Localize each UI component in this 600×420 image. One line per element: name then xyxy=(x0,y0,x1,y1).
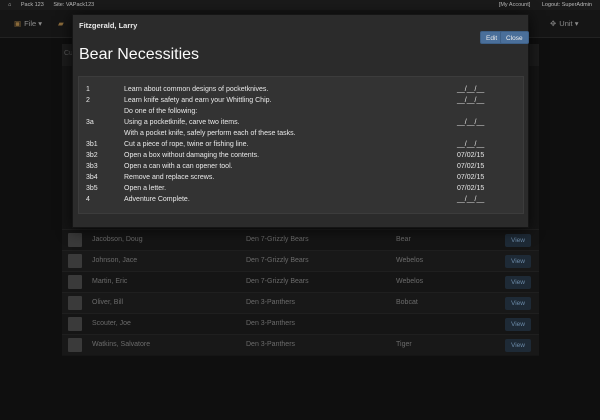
requirement-number: 3a xyxy=(86,119,94,126)
requirement-row: 1 Learn about common designs of pocketkn… xyxy=(79,85,525,96)
requirement-text: Cut a piece of rope, twine or fishing li… xyxy=(124,141,249,148)
view-button[interactable]: View xyxy=(505,234,531,247)
requirement-number: 3b2 xyxy=(86,152,98,159)
avatar xyxy=(68,338,82,352)
requirement-row: 3b5 Open a letter. 07/02/15 xyxy=(79,184,525,195)
table-row: Martin, Eric Den 7-Grizzly Bears Webelos… xyxy=(62,271,539,292)
file-menu-label: File ▾ xyxy=(24,19,43,28)
requirement-date: __/__/__ xyxy=(457,119,485,126)
view-button[interactable]: View xyxy=(505,318,531,331)
requirement-number: 3b4 xyxy=(86,174,98,181)
requirement-number: 3b5 xyxy=(86,185,98,192)
home-icon[interactable]: ⌂ xyxy=(8,2,11,8)
avatar xyxy=(68,233,82,247)
scout-name[interactable]: Johnson, Jace xyxy=(92,257,137,264)
requirement-text: Open a can with a can opener tool. xyxy=(124,163,233,170)
avatar xyxy=(68,296,82,310)
pack-link[interactable]: Pack 123 xyxy=(21,2,44,8)
avatar xyxy=(68,275,82,289)
logout-link[interactable]: Logout: SuperAdmin xyxy=(542,2,592,8)
scout-name[interactable]: Jacobson, Doug xyxy=(92,236,143,243)
scout-rank: Bear xyxy=(396,236,411,243)
site-label: Site: VAPack123 xyxy=(53,2,95,8)
requirement-text: Remove and replace screws. xyxy=(124,174,215,181)
requirement-text: With a pocket knife, safely perform each… xyxy=(124,130,296,137)
requirement-row: 3b4 Remove and replace screws. 07/02/15 xyxy=(79,173,525,184)
avatar xyxy=(68,317,82,331)
requirement-text: Adventure Complete. xyxy=(124,196,190,203)
scout-rank: Tiger xyxy=(396,341,412,348)
view-button[interactable]: View xyxy=(505,339,531,352)
requirement-number: 1 xyxy=(86,86,90,93)
system-bar-left: ⌂ Pack 123 Site: VAPack123 xyxy=(8,0,102,10)
unit-menu[interactable]: ✥ Unit ▾ xyxy=(550,10,578,38)
scout-den: Den 3-Panthers xyxy=(246,299,296,306)
scout-den: Den 3-Panthers xyxy=(246,320,296,327)
scout-rank: Webelos xyxy=(396,257,424,264)
requirement-row: 3b3 Open a can with a can opener tool. 0… xyxy=(79,162,525,173)
adventure-modal: Fitzgerald, Larry Edit Close Bear Necess… xyxy=(72,14,529,228)
requirement-text: Do one of the following: xyxy=(124,108,198,115)
requirement-date: 07/02/15 xyxy=(457,185,485,192)
system-bar-right: [My Account] Logout: SuperAdmin xyxy=(489,0,592,10)
requirement-row: 4 Adventure Complete. __/__/__ xyxy=(79,195,525,206)
requirement-date: 07/02/15 xyxy=(457,163,485,170)
scout-den: Den 7-Grizzly Bears xyxy=(246,236,309,243)
scout-name[interactable]: Watkins, Salvatore xyxy=(92,341,150,348)
table-row: Jacobson, Doug Den 7-Grizzly Bears Bear … xyxy=(62,229,539,250)
requirement-row: 3b2 Open a box without damaging the cont… xyxy=(79,151,525,162)
requirement-row: 2 Learn knife safety and earn your Whitt… xyxy=(79,96,525,107)
requirement-date: __/__/__ xyxy=(457,196,485,203)
avatar xyxy=(68,254,82,268)
folder-icon: ▰ xyxy=(58,19,64,28)
scout-name[interactable]: Oliver, Bill xyxy=(92,299,123,306)
view-button[interactable]: View xyxy=(505,297,531,310)
requirement-row: 3b1 Cut a piece of rope, twine or fishin… xyxy=(79,140,525,151)
table-row: Oliver, Bill Den 3-Panthers Bobcat View xyxy=(62,292,539,313)
scout-name[interactable]: Martin, Eric xyxy=(92,278,127,285)
requirements-list: 1 Learn about common designs of pocketkn… xyxy=(78,76,524,214)
scout-den: Den 7-Grizzly Bears xyxy=(246,278,309,285)
scout-rank: Bobcat xyxy=(396,299,418,306)
requirement-text: Open a letter. xyxy=(124,185,167,192)
table-row: Johnson, Jace Den 7-Grizzly Bears Webelo… xyxy=(62,250,539,271)
requirement-row: 3a Using a pocketknife, carve two items.… xyxy=(79,118,525,129)
table-row: Watkins, Salvatore Den 3-Panthers Tiger … xyxy=(62,334,539,355)
modal-header: Fitzgerald, Larry xyxy=(73,15,528,35)
requirement-row: Do one of the following: xyxy=(79,107,525,118)
file-menu[interactable]: ▣ File ▾ xyxy=(14,10,42,38)
scout-rank: Webelos xyxy=(396,278,424,285)
scout-den: Den 7-Grizzly Bears xyxy=(246,257,309,264)
requirement-number: 3b1 xyxy=(86,141,98,148)
table-row: Scouter, Joe Den 3-Panthers View xyxy=(62,313,539,334)
adventure-title: Bear Necessities xyxy=(79,46,200,63)
requirement-number: 2 xyxy=(86,97,90,104)
scout-den: Den 3-Panthers xyxy=(246,341,296,348)
scout-name-heading: Fitzgerald, Larry xyxy=(79,21,138,30)
requirement-number: 3b3 xyxy=(86,163,98,170)
nav-menu-2[interactable]: ▰ xyxy=(58,10,67,38)
requirement-row: With a pocket knife, safely perform each… xyxy=(79,129,525,140)
requirement-date: __/__/__ xyxy=(457,97,485,104)
system-bar: ⌂ Pack 123 Site: VAPack123 [My Account] … xyxy=(0,0,600,10)
unit-menu-label: Unit ▾ xyxy=(559,19,579,28)
view-button[interactable]: View xyxy=(505,276,531,289)
requirement-date: __/__/__ xyxy=(457,86,485,93)
unit-icon: ✥ xyxy=(550,19,557,28)
requirement-text: Learn knife safety and earn your Whittli… xyxy=(124,97,272,104)
my-account-link[interactable]: [My Account] xyxy=(499,2,531,8)
requirement-number: 4 xyxy=(86,196,90,203)
requirement-date: __/__/__ xyxy=(457,141,485,148)
requirement-date: 07/02/15 xyxy=(457,152,485,159)
requirement-date: 07/02/15 xyxy=(457,174,485,181)
close-button[interactable]: Close xyxy=(500,31,529,44)
requirement-text: Open a box without damaging the contents… xyxy=(124,152,260,159)
scout-name[interactable]: Scouter, Joe xyxy=(92,320,131,327)
view-button[interactable]: View xyxy=(505,255,531,268)
file-menu-icon: ▣ xyxy=(14,19,22,28)
requirement-text: Learn about common designs of pocketkniv… xyxy=(124,86,269,93)
requirement-text: Using a pocketknife, carve two items. xyxy=(124,119,240,126)
